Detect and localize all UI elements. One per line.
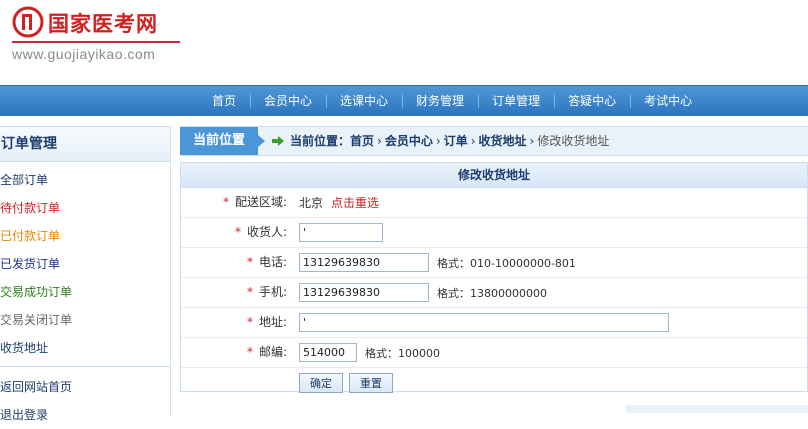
- breadcrumb-label: 当前位置: [180, 127, 265, 155]
- logo-divider: [12, 41, 180, 43]
- mobile-row: * 手机: 13129639830 格式：13800000000: [181, 278, 807, 308]
- receiver-label-text: 收货人:: [246, 225, 287, 239]
- region-row: * 配送区域: 北京 点击重选: [181, 188, 807, 218]
- nav-item[interactable]: 考试中心: [630, 86, 706, 116]
- zip-row: * 邮编: 514000 格式：100000: [181, 338, 807, 368]
- breadcrumb-link-address[interactable]: 收货地址: [479, 134, 527, 148]
- receiver-row: * 收货人: ': [181, 218, 807, 248]
- zip-hint: 格式：100000: [365, 346, 440, 360]
- nav-item[interactable]: 答疑中心: [554, 86, 630, 116]
- breadcrumb-link-member[interactable]: 会员中心: [385, 134, 433, 148]
- address-input[interactable]: ': [299, 313, 669, 332]
- actions-wrap: 确定 重置: [299, 368, 399, 397]
- required-mark: *: [222, 195, 229, 209]
- receiver-input[interactable]: ': [299, 223, 383, 242]
- reset-button[interactable]: 重置: [349, 372, 393, 393]
- mobile-hint: 格式：13800000000: [437, 286, 547, 300]
- phone-row: * 电话: 13129639830 格式：010-10000000-801: [181, 248, 807, 278]
- sidebar-title: 订单管理: [0, 126, 170, 162]
- zip-label-text: 邮编:: [258, 345, 287, 359]
- required-mark: *: [246, 255, 253, 269]
- sidebar-item[interactable]: 收货地址: [0, 334, 170, 362]
- zip-label: * 邮编:: [181, 338, 287, 367]
- phone-label-text: 电话:: [258, 255, 287, 269]
- submit-button[interactable]: 确定: [299, 372, 343, 393]
- breadcrumb-separator-icon: ›: [529, 134, 535, 148]
- mobile-input[interactable]: 13129639830: [299, 283, 429, 302]
- nav-items: 首页 会员中心 选课中心 财务管理 订单管理 答疑中心 考试中心: [198, 86, 706, 116]
- arrow-right-icon: [272, 136, 284, 146]
- breadcrumb-separator-icon: ›: [470, 134, 476, 148]
- required-mark: *: [246, 315, 253, 329]
- nav-item[interactable]: 选课中心: [326, 86, 402, 116]
- phone-label: * 电话:: [181, 248, 287, 277]
- logo-url: www.guojiayikao.com: [12, 46, 156, 62]
- sidebar-item[interactable]: 交易成功订单: [0, 278, 170, 306]
- region-value-wrap: 北京 点击重选: [299, 188, 379, 217]
- sidebar-bottom-item[interactable]: 返回网站首页: [0, 373, 170, 401]
- sidebar-item[interactable]: 全部订单: [0, 166, 170, 194]
- zip-input[interactable]: 514000: [299, 343, 357, 362]
- logo-mark-icon: [12, 6, 44, 38]
- nav-item[interactable]: 财务管理: [402, 86, 478, 116]
- address-label: * 地址:: [181, 308, 287, 337]
- form-title: 修改收货地址: [181, 163, 807, 188]
- mobile-value-wrap: 13129639830 格式：13800000000: [299, 278, 547, 307]
- receiver-value-wrap: ': [299, 218, 383, 247]
- breadcrumb-current: 修改收货地址: [537, 134, 610, 148]
- mobile-label-text: 手机:: [258, 285, 287, 299]
- address-label-text: 地址:: [258, 315, 287, 329]
- region-value: 北京: [299, 196, 324, 210]
- actions-row: 确定 重置: [181, 368, 807, 397]
- required-mark: *: [246, 285, 253, 299]
- sidebar-bottom-list: 返回网站首页 退出登录: [0, 369, 170, 429]
- address-row: * 地址: ': [181, 308, 807, 338]
- nav-item[interactable]: 订单管理: [478, 86, 554, 116]
- phone-hint: 格式：010-10000000-801: [437, 256, 576, 270]
- zip-value-wrap: 514000 格式：100000: [299, 338, 440, 367]
- required-mark: *: [246, 345, 253, 359]
- receiver-label: * 收货人:: [181, 218, 287, 247]
- phone-value-wrap: 13129639830 格式：010-10000000-801: [299, 248, 576, 277]
- main-nav: 首页 会员中心 选课中心 财务管理 订单管理 答疑中心 考试中心: [0, 85, 808, 116]
- address-form-panel: 修改收货地址 * 配送区域: 北京 点击重选 * 收货人: ' * 电话: 13129…: [180, 162, 808, 393]
- region-label-text: 配送区域:: [234, 195, 287, 209]
- sidebar-bottom-item[interactable]: 退出登录: [0, 401, 170, 429]
- breadcrumb-separator-icon: ›: [377, 134, 382, 148]
- sidebar-item[interactable]: 交易关闭订单: [0, 306, 170, 334]
- nav-item[interactable]: 首页: [198, 86, 250, 116]
- sidebar-item[interactable]: 待付款订单: [0, 194, 170, 222]
- logo-title: 国家医考网: [48, 12, 158, 36]
- sidebar-item[interactable]: 已发货订单: [0, 250, 170, 278]
- breadcrumb: 当前位置 当前位置：首页 › 会员中心 › 订单 › 收货地址 › 修改收货地址: [180, 126, 808, 156]
- breadcrumb-prefix: 当前位置：: [290, 134, 351, 148]
- sidebar: 订单管理 全部订单 待付款订单 已付款订单 已发货订单 交易成功订单 交易关闭订单 收货地址…: [0, 126, 171, 422]
- sidebar-list: 全部订单 待付款订单 已付款订单 已发货订单 交易成功订单 交易关闭订单 收货地址: [0, 162, 170, 362]
- sidebar-item[interactable]: 已付款订单: [0, 222, 170, 250]
- required-mark: *: [234, 225, 241, 239]
- region-label: * 配送区域:: [181, 188, 287, 217]
- breadcrumb-separator-icon: ›: [435, 134, 441, 148]
- breadcrumb-link-home[interactable]: 首页: [350, 134, 374, 148]
- address-value-wrap: ': [299, 308, 669, 337]
- site-logo[interactable]: 国家医考网 www.guojiayikao.com: [12, 6, 182, 66]
- sidebar-divider: [0, 366, 170, 367]
- nav-item[interactable]: 会员中心: [250, 86, 326, 116]
- breadcrumb-path: 当前位置：首页 › 会员中心 › 订单 › 收货地址 › 修改收货地址: [290, 127, 609, 155]
- mobile-label: * 手机:: [181, 278, 287, 307]
- region-reselect-link[interactable]: 点击重选: [331, 194, 379, 211]
- phone-input[interactable]: 13129639830: [299, 253, 429, 272]
- breadcrumb-link-orders[interactable]: 订单: [444, 134, 468, 148]
